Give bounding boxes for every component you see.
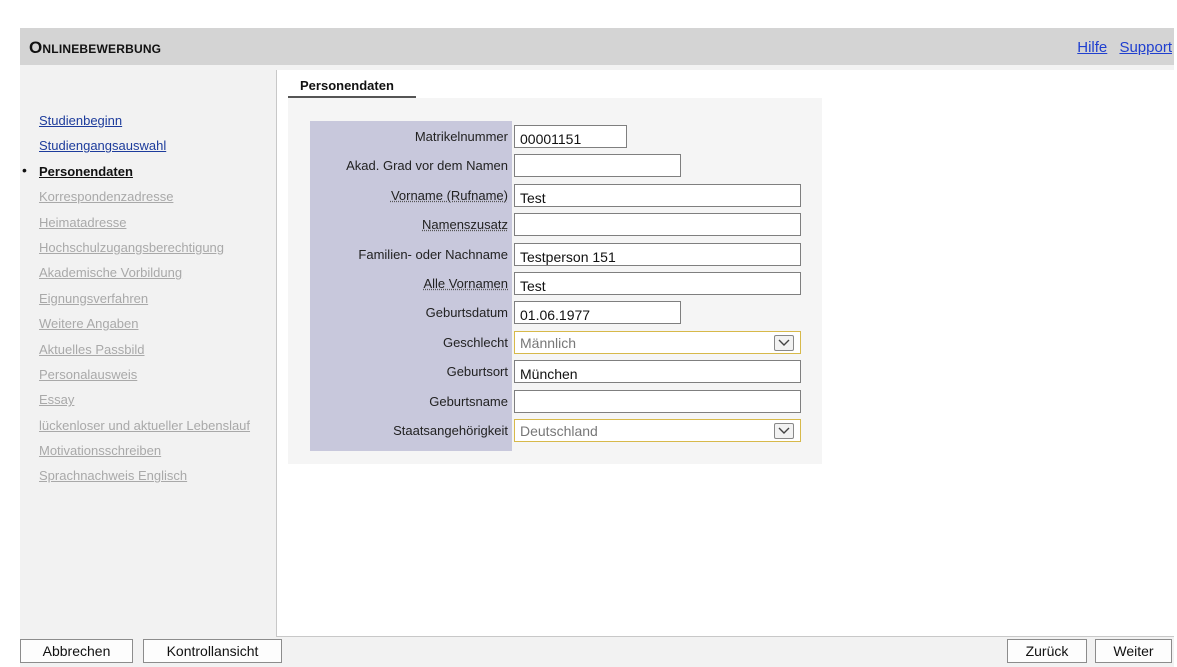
chevron-down-icon[interactable] [774, 334, 794, 351]
sidebar-item: Heimatadresse [20, 215, 250, 240]
field-value: Test [520, 189, 546, 206]
back-button[interactable]: Zurück [1007, 639, 1087, 663]
review-button[interactable]: Kontrollansicht [143, 639, 282, 663]
field-label: Matrikelnummer [414, 129, 508, 144]
form-row: Familien- oder Nachname Testperson 151 [288, 241, 822, 267]
chevron-down-icon[interactable] [774, 423, 794, 439]
sidebar-item: Studiengangsauswahl [20, 138, 250, 163]
form-row: Akad. Grad vor dem Namen [288, 152, 822, 178]
main-content: Personendaten Matrikelnummer 00001151 Akad… [276, 70, 1174, 637]
sidebar-nav: Studienbeginn Studiengangsauswahl • Persone… [20, 65, 276, 637]
form-row: Matrikelnummer 00001151 [288, 123, 822, 149]
sidebar-item-link[interactable]: Studiengangsauswahl [39, 138, 166, 153]
field-value: Testperson 151 [520, 248, 616, 265]
select-field[interactable]: Deutschland [514, 419, 801, 442]
sidebar-item: Personalausweis [20, 367, 250, 392]
field-label[interactable]: Alle Vornamen [423, 276, 508, 291]
sidebar-item: lückenloser und aktueller Lebenslauf [20, 418, 250, 443]
sidebar-item: Essay [20, 392, 250, 417]
section-title: Personendaten [288, 78, 416, 98]
field-value: Test [520, 278, 546, 294]
text-input[interactable]: Test [514, 183, 801, 207]
field-label: Geburtsort [446, 364, 508, 380]
field-label: Akad. Grad vor dem Namen [346, 158, 508, 174]
active-bullet-icon: • [22, 161, 27, 178]
sidebar-item: Korrespondenzadresse [20, 189, 250, 214]
text-input[interactable] [514, 389, 801, 413]
nav-list: Studienbeginn Studiengangsauswahl • Persone… [20, 113, 250, 494]
cancel-button[interactable]: Abbrechen [20, 639, 133, 663]
field-label: Familien- oder Nachname [358, 246, 508, 262]
app-frame: Onlinebewerbung Hilfe Support Studienbeg… [20, 28, 1174, 667]
sidebar-item-link: Motivationsschreiben [39, 443, 162, 459]
sidebar-item: Motivationsschreiben [20, 443, 250, 468]
person-data-form: Matrikelnummer 00001151 Akad. Grad vor dem… [288, 98, 822, 464]
form-row: Geburtsname [288, 388, 822, 414]
form-row: Geburtsort München [288, 358, 822, 384]
select-field[interactable]: Männlich [514, 330, 801, 354]
left-margin-strip [0, 0, 18, 667]
field-value: 01.06.1977 [520, 307, 591, 324]
text-input[interactable]: Test [514, 272, 801, 295]
form-row: Vorname (Rufname) Test [288, 182, 822, 208]
sidebar-item: Weitere Angaben [20, 316, 250, 341]
sidebar-item-link: Eignungsverfahren [39, 290, 149, 306]
sidebar-item-link: Heimatadresse [39, 214, 127, 230]
app-title: Onlinebewerbung [29, 38, 162, 57]
header-links: Hilfe Support [1069, 39, 1172, 56]
sidebar-item-link: Weitere Angaben [39, 316, 139, 332]
sidebar-item-link: Hochschulzugangsberechtigung [39, 239, 225, 255]
form-row: Alle Vornamen Test [288, 270, 822, 296]
sidebar-item: Sprachnachweis Englisch [20, 468, 250, 493]
field-label: Staatsangehörigkeit [393, 423, 508, 438]
field-label[interactable]: Namenszusatz [422, 217, 508, 232]
next-button[interactable]: Weiter [1095, 639, 1172, 663]
sidebar-item-link[interactable]: Personendaten [39, 164, 133, 179]
form-row: Geburtsdatum 01.06.1977 [288, 299, 822, 325]
form-row: Namenszusatz [288, 211, 822, 237]
sidebar-item: Akademische Vorbildung [20, 265, 250, 290]
field-label: Geschlecht [442, 334, 508, 350]
sidebar-item: • Personendaten [20, 161, 250, 189]
text-input[interactable] [514, 213, 801, 237]
sidebar-item: Studienbeginn [20, 113, 250, 138]
sidebar-item-link: Personalausweis [39, 366, 138, 382]
field-value: Deutschland [520, 423, 598, 439]
text-input[interactable] [514, 154, 681, 178]
form-row: Geschlecht Männlich [288, 329, 822, 355]
sidebar-item-link: Korrespondenzadresse [39, 189, 174, 205]
sidebar-item: Eignungsverfahren [20, 291, 250, 316]
field-value: München [520, 366, 578, 383]
app-header: Onlinebewerbung Hilfe Support [20, 28, 1174, 65]
field-value: 00001151 [520, 131, 582, 147]
support-link[interactable]: Support [1119, 39, 1172, 56]
field-label[interactable]: Vorname (Rufname) [391, 188, 508, 203]
help-link[interactable]: Hilfe [1077, 39, 1107, 56]
text-input[interactable]: 01.06.1977 [514, 301, 681, 325]
sidebar-item-link: Akademische Vorbildung [39, 265, 183, 281]
sidebar-item: Hochschulzugangsberechtigung [20, 240, 250, 265]
form-row: Staatsangehörigkeit Deutschland [288, 417, 822, 443]
text-input[interactable]: München [514, 360, 801, 384]
text-input[interactable]: Testperson 151 [514, 242, 801, 266]
sidebar-item-link: Essay [39, 392, 75, 408]
sidebar-item-link: Sprachnachweis Englisch [39, 468, 188, 484]
sidebar-item-link: Aktuelles Passbild [39, 341, 145, 357]
sidebar-item-link[interactable]: Studienbeginn [39, 113, 122, 128]
field-label: Geburtsname [429, 393, 508, 409]
field-value: Männlich [520, 334, 577, 351]
text-input[interactable]: 00001151 [514, 125, 627, 148]
sidebar-item-link: lückenloser und aktueller Lebenslauf [39, 417, 251, 433]
field-label: Geburtsdatum [425, 305, 508, 321]
sidebar-item: Aktuelles Passbild [20, 342, 250, 367]
